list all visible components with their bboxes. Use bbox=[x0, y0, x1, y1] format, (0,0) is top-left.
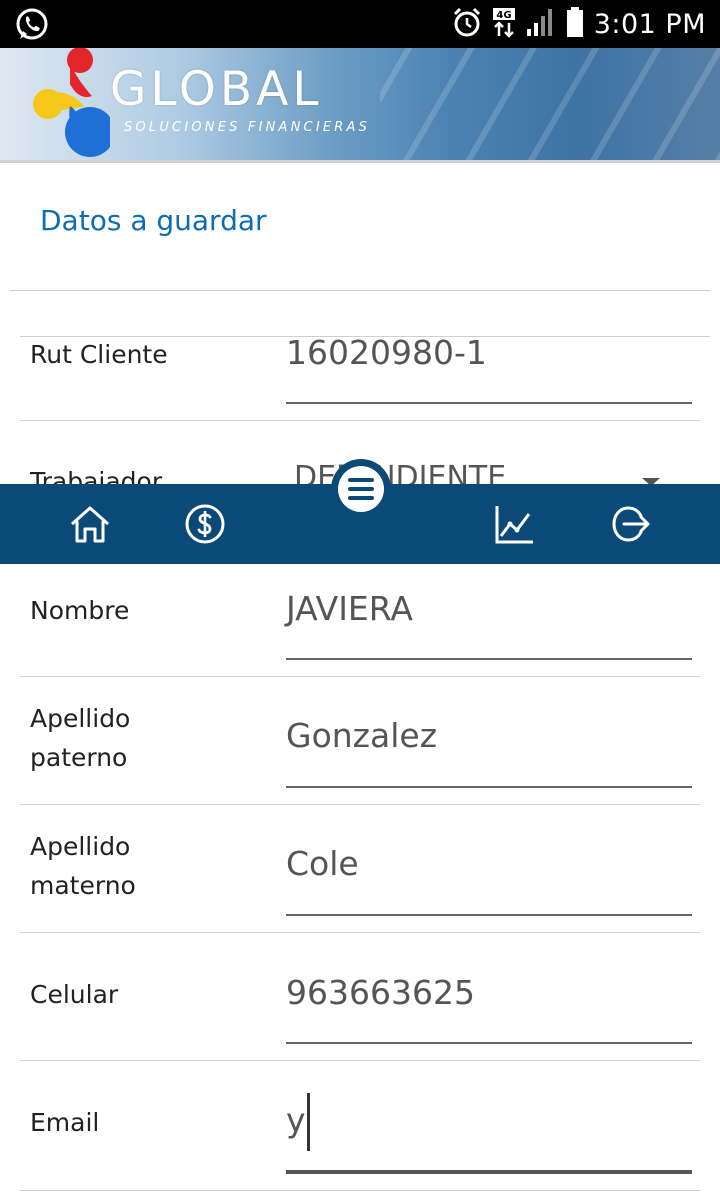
nombre-underline bbox=[286, 658, 692, 660]
divider bbox=[20, 804, 700, 805]
text-cursor bbox=[306, 1093, 310, 1151]
email-value: y bbox=[286, 1100, 306, 1140]
rut-cliente-underline bbox=[286, 402, 692, 404]
whatsapp-icon bbox=[14, 7, 50, 43]
header-banner: GLOBAL SOLUCIONES FINANCIERAS bbox=[0, 48, 720, 160]
battery-icon bbox=[566, 6, 584, 42]
rut-cliente-input[interactable]: 16020980-1 bbox=[286, 333, 487, 372]
brand-name: GLOBAL bbox=[110, 62, 323, 117]
svg-text:4G: 4G bbox=[496, 10, 511, 21]
email-underline bbox=[286, 1170, 692, 1174]
apellido-paterno-input[interactable]: Gonzalez bbox=[286, 716, 437, 755]
signal-icon bbox=[526, 7, 556, 41]
divider bbox=[20, 1060, 700, 1061]
global-logo-icon bbox=[30, 48, 115, 160]
chart-icon[interactable] bbox=[480, 484, 550, 564]
label-nombre: Nombre bbox=[30, 596, 130, 625]
menu-button[interactable] bbox=[331, 459, 391, 519]
divider bbox=[20, 932, 700, 933]
logout-icon[interactable] bbox=[595, 484, 665, 564]
home-icon[interactable] bbox=[55, 484, 125, 564]
divider bbox=[20, 420, 700, 421]
alarm-icon bbox=[452, 6, 482, 42]
status-bar: 4G 3:01 PM bbox=[0, 0, 720, 48]
4g-data-icon: 4G bbox=[492, 6, 516, 42]
label-email: Email bbox=[30, 1108, 100, 1137]
label-apellido-paterno: Apellido paterno bbox=[30, 704, 131, 772]
celular-underline bbox=[286, 1042, 692, 1044]
label-apellido-materno: Apellido materno bbox=[30, 832, 136, 900]
apellido-paterno-underline bbox=[286, 786, 692, 788]
label-celular: Celular bbox=[30, 980, 119, 1009]
divider bbox=[20, 1190, 700, 1191]
dollar-icon[interactable] bbox=[170, 484, 240, 564]
apellido-materno-underline bbox=[286, 914, 692, 916]
nombre-input[interactable]: JAVIERA bbox=[286, 589, 413, 628]
section-title: Datos a guardar bbox=[40, 204, 267, 237]
menu-icon bbox=[338, 466, 384, 512]
divider bbox=[20, 676, 700, 677]
label-rut-cliente: Rut Cliente bbox=[30, 340, 168, 369]
brand-tagline: SOLUCIONES FINANCIERAS bbox=[124, 120, 371, 135]
banner-divider bbox=[0, 160, 720, 163]
email-input[interactable]: y bbox=[286, 1093, 310, 1151]
celular-input[interactable]: 963663625 bbox=[286, 973, 475, 1012]
apellido-materno-input[interactable]: Cole bbox=[286, 844, 359, 883]
status-time: 3:01 PM bbox=[593, 8, 706, 40]
divider bbox=[10, 290, 710, 291]
